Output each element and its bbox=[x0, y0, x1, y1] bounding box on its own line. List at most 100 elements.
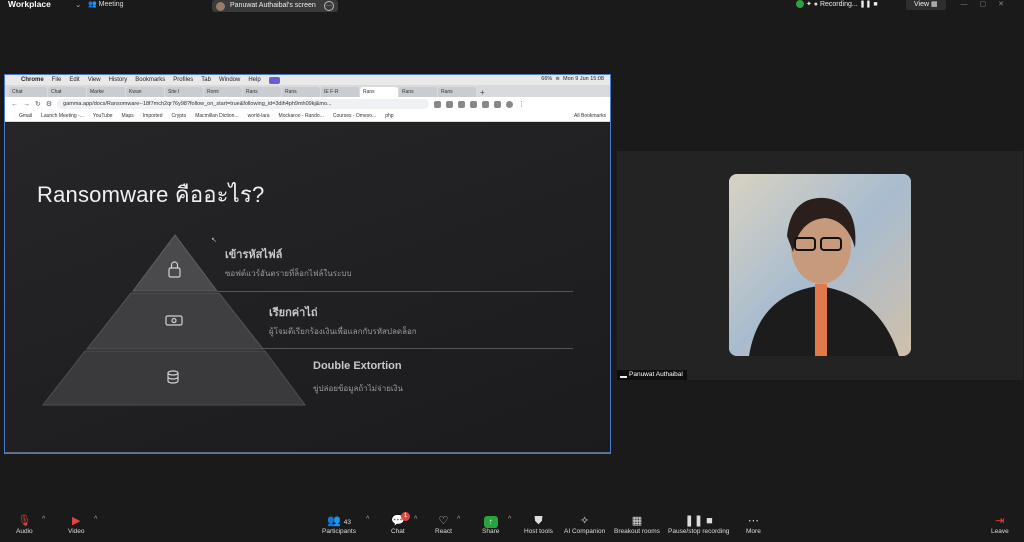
browser-tab[interactable]: Romi bbox=[204, 87, 242, 97]
browser-tab[interactable]: Chat bbox=[9, 87, 47, 97]
zoom-status-icon[interactable] bbox=[268, 76, 280, 84]
share-options-caret[interactable]: ^ bbox=[508, 516, 511, 523]
minimize-icon[interactable]: — bbox=[961, 1, 980, 8]
bookmark-item[interactable]: Macmillan Diction... bbox=[195, 113, 238, 119]
reload-icon[interactable]: ↻ bbox=[35, 100, 41, 108]
leave-button[interactable]: ⇥ Leave bbox=[991, 514, 1009, 535]
profile-icon[interactable] bbox=[506, 100, 514, 108]
bookmark-item[interactable]: php bbox=[385, 113, 393, 119]
chat-label: Chat bbox=[391, 528, 405, 535]
extension-icon[interactable] bbox=[434, 100, 442, 108]
audio-button[interactable]: 🎙 Audio bbox=[16, 514, 33, 535]
share-button[interactable]: ↑ Share bbox=[482, 514, 499, 535]
browser-tab[interactable]: Site I bbox=[165, 87, 203, 97]
pause-stop-recording-button[interactable]: ❚❚ ■ Pause/stop recording bbox=[668, 514, 729, 535]
extension-icon[interactable] bbox=[470, 100, 478, 108]
menu-file[interactable]: File bbox=[52, 77, 62, 83]
video-button[interactable]: ▶ Video bbox=[68, 514, 85, 535]
bookmark-item[interactable]: Crypto bbox=[172, 113, 187, 119]
browser-tab-active[interactable]: Rans bbox=[360, 87, 398, 97]
extension-icon[interactable] bbox=[482, 100, 490, 108]
audio-options-caret[interactable]: ^ bbox=[42, 516, 45, 523]
extension-icon[interactable] bbox=[458, 100, 466, 108]
sparkle-icon: ✧ bbox=[579, 515, 590, 527]
zoom-top-bar: Workplace ⌄ 👥 Meeting Panuwat Authaibal'… bbox=[0, 0, 1024, 14]
chevron-down-icon[interactable]: ⌄ bbox=[75, 2, 81, 9]
meeting-menu[interactable]: 👥 Meeting bbox=[88, 0, 124, 8]
menu-edit[interactable]: Edit bbox=[69, 77, 79, 83]
forward-icon[interactable]: → bbox=[23, 101, 30, 108]
bookmark-item[interactable]: Courses - Omexo... bbox=[333, 113, 376, 119]
browser-tab[interactable]: Marke bbox=[87, 87, 125, 97]
ai-companion-button[interactable]: ✧ AI Companion bbox=[564, 514, 605, 535]
shield-icon: ⛊ bbox=[534, 515, 543, 527]
screen-share-banner[interactable]: Panuwat Authaibal's screen ··· bbox=[212, 0, 338, 12]
menu-profiles[interactable]: Profiles bbox=[173, 77, 193, 83]
browser-tab[interactable]: Rans bbox=[438, 87, 476, 97]
participants-button[interactable]: 👥 43 Participants bbox=[322, 514, 356, 535]
chat-options-caret[interactable]: ^ bbox=[414, 516, 417, 523]
menu-help[interactable]: Help bbox=[248, 77, 260, 83]
react-options-caret[interactable]: ^ bbox=[457, 516, 460, 523]
avatar bbox=[216, 2, 225, 11]
pause-icon[interactable]: ❚❚ bbox=[860, 1, 872, 8]
browser-tab[interactable]: Rans bbox=[399, 87, 437, 97]
more-options-icon[interactable]: ··· bbox=[324, 1, 334, 11]
chat-button[interactable]: 💬 1 Chat bbox=[391, 512, 410, 535]
host-tools-button[interactable]: ⛊ Host tools bbox=[524, 514, 553, 535]
more-button[interactable]: ⋯ More bbox=[746, 514, 761, 535]
extension-icon[interactable] bbox=[446, 100, 454, 108]
bookmark-item[interactable]: YouTube bbox=[93, 113, 113, 119]
bookmark-item[interactable]: Mockaroo - Rando... bbox=[279, 113, 324, 119]
menu-history[interactable]: History bbox=[109, 77, 128, 83]
menu-tab[interactable]: Tab bbox=[201, 77, 211, 83]
grid-icon: ▦ bbox=[631, 515, 643, 527]
breakout-rooms-button[interactable]: ▦ Breakout rooms bbox=[614, 514, 660, 535]
address-bar[interactable]: gamma.app/docs/Ransomware--18f7mch2qr76y… bbox=[57, 99, 430, 109]
participant-video-tile[interactable]: Panuwat Authaibal bbox=[617, 151, 1023, 380]
bookmark-item[interactable]: Maps bbox=[122, 113, 134, 119]
signal-bars-icon bbox=[620, 372, 627, 378]
pyramid-middle-segment bbox=[85, 292, 265, 350]
recording-label: Recording... bbox=[819, 1, 858, 8]
menu-bookmarks[interactable]: Bookmarks bbox=[135, 77, 165, 83]
participants-options-caret[interactable]: ^ bbox=[366, 516, 369, 523]
browser-tabs: Chat Chat Marke Kwan Site I Romi Rans Ra… bbox=[5, 85, 610, 97]
battery-label: 66% bbox=[541, 76, 553, 82]
new-tab-icon[interactable]: + bbox=[480, 88, 485, 97]
window-controls[interactable]: —▢✕ bbox=[961, 0, 1017, 8]
download-icon[interactable] bbox=[494, 100, 502, 108]
back-icon[interactable]: ← bbox=[11, 101, 18, 108]
react-button[interactable]: ♡ React bbox=[435, 514, 452, 535]
video-off-icon: ▶ bbox=[72, 515, 81, 527]
react-label: React bbox=[435, 528, 452, 535]
browser-tab[interactable]: Kwan bbox=[126, 87, 164, 97]
bookmark-item[interactable]: All Bookmarks bbox=[574, 113, 610, 119]
menu-bar-status: 66% ≋ Mon 9 Jun 15:08 bbox=[541, 76, 604, 82]
bookmark-item[interactable]: Launch Meeting -... bbox=[41, 113, 84, 119]
close-icon[interactable]: ✕ bbox=[998, 1, 1016, 8]
site-settings-icon[interactable]: ⚙ bbox=[46, 100, 52, 108]
bookmark-item[interactable]: world-lara bbox=[248, 113, 270, 119]
recording-status[interactable]: ✦ ● Recording... ❚❚ ■ bbox=[796, 0, 878, 9]
participants-count: 43 bbox=[343, 519, 351, 526]
stop-icon[interactable]: ■ bbox=[873, 1, 877, 8]
menu-window[interactable]: Window bbox=[219, 77, 240, 83]
more-icon: ⋯ bbox=[747, 515, 759, 527]
divider-line bbox=[218, 291, 573, 292]
menu-chrome[interactable]: Chrome bbox=[21, 77, 44, 83]
recording-dot-icon: ● bbox=[813, 1, 819, 8]
browser-tab[interactable]: Rans bbox=[282, 87, 320, 97]
bookmark-item[interactable]: Imported bbox=[143, 113, 163, 119]
view-button[interactable]: View ▦ bbox=[906, 0, 946, 10]
browser-menu-icon[interactable]: ⋮ bbox=[518, 100, 525, 108]
bookmark-item[interactable]: Gmail bbox=[19, 113, 32, 119]
recording-control-label: Pause/stop recording bbox=[668, 528, 730, 535]
browser-tab[interactable]: IE F-R bbox=[321, 87, 359, 97]
maximize-icon[interactable]: ▢ bbox=[980, 1, 999, 8]
video-options-caret[interactable]: ^ bbox=[94, 516, 97, 523]
security-shield-icon bbox=[796, 0, 804, 9]
browser-tab[interactable]: Chat bbox=[48, 87, 86, 97]
browser-tab[interactable]: Rans bbox=[243, 87, 281, 97]
menu-view[interactable]: View bbox=[88, 77, 101, 83]
